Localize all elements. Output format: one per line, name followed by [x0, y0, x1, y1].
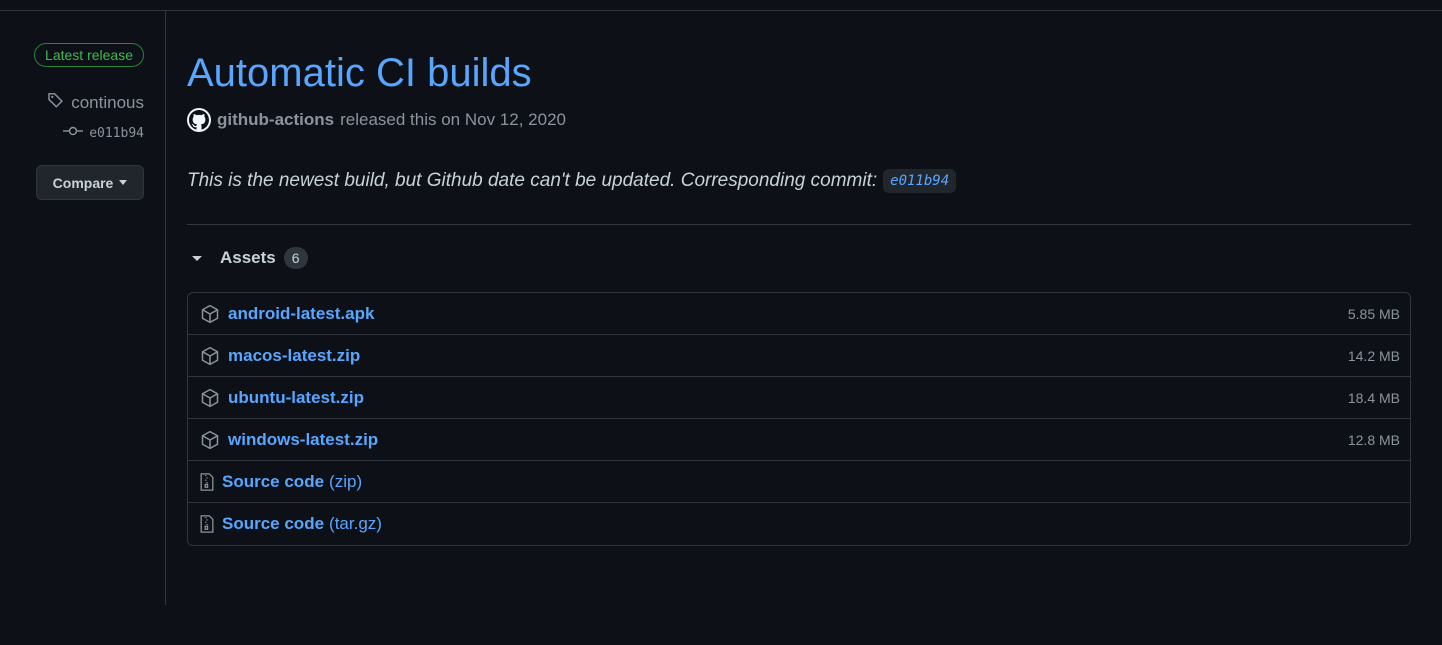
assets-count-badge: 6: [283, 247, 308, 269]
asset-size: 14.2 MB: [1347, 347, 1400, 364]
source-code-zip-link[interactable]: Source code: [222, 472, 324, 492]
commit-code-link[interactable]: e011b94: [883, 169, 957, 193]
compare-button[interactable]: Compare: [36, 165, 144, 200]
package-icon: [200, 430, 220, 450]
asset-size: 12.8 MB: [1347, 431, 1400, 448]
commit-sha: e011b94: [89, 125, 144, 141]
asset-row: windows-latest.zip 12.8 MB: [188, 419, 1410, 461]
asset-link[interactable]: android-latest.apk: [228, 304, 374, 324]
release-description: This is the newest build, but Github dat…: [187, 169, 957, 193]
source-code-format[interactable]: (tar.gz): [329, 514, 382, 534]
release-title[interactable]: Automatic CI builds: [187, 51, 532, 96]
latest-release-badge: Latest release: [34, 43, 144, 67]
assets-toggle[interactable]: Assets 6: [187, 247, 308, 269]
triangle-down-icon: [192, 255, 202, 261]
github-mark-icon[interactable]: [187, 108, 211, 132]
caret-down-icon: [119, 180, 128, 185]
assets-list: android-latest.apk 5.85 MB macos-latest.…: [187, 292, 1411, 546]
description-text: This is the newest build, but Github dat…: [187, 170, 878, 191]
asset-row: Source code (tar.gz): [188, 503, 1410, 545]
asset-size: 18.4 MB: [1347, 389, 1400, 406]
asset-row: ubuntu-latest.zip 18.4 MB: [188, 377, 1410, 419]
git-commit-icon: [63, 125, 84, 141]
release-sidebar: Latest release continous e011b94 Compare: [0, 11, 166, 605]
release-author[interactable]: github-actions: [217, 110, 334, 130]
asset-row: android-latest.apk 5.85 MB: [188, 293, 1410, 335]
tag-name: continous: [71, 92, 144, 112]
source-code-targz-link[interactable]: Source code: [222, 514, 324, 534]
source-code-format[interactable]: (zip): [329, 472, 362, 492]
package-icon: [200, 304, 220, 324]
top-divider: [0, 10, 1442, 11]
file-zip-icon: [200, 472, 214, 492]
release-byline: github-actions released this on Nov 12, …: [187, 108, 566, 132]
release-tag-link[interactable]: continous: [47, 91, 144, 114]
compare-label: Compare: [52, 174, 114, 191]
asset-link[interactable]: ubuntu-latest.zip: [228, 388, 364, 408]
tag-icon: [47, 91, 65, 114]
package-icon: [200, 346, 220, 366]
package-icon: [200, 388, 220, 408]
release-commit-link[interactable]: e011b94: [63, 125, 144, 141]
section-divider: [187, 224, 1411, 225]
asset-link[interactable]: macos-latest.zip: [228, 346, 360, 366]
asset-row: macos-latest.zip 14.2 MB: [188, 335, 1410, 377]
asset-row: Source code (zip): [188, 461, 1410, 503]
asset-link[interactable]: windows-latest.zip: [228, 430, 378, 450]
assets-label: Assets: [220, 248, 276, 267]
file-zip-icon: [200, 514, 214, 534]
release-date-text: released this on Nov 12, 2020: [340, 110, 566, 129]
asset-size: 5.85 MB: [1347, 305, 1400, 322]
